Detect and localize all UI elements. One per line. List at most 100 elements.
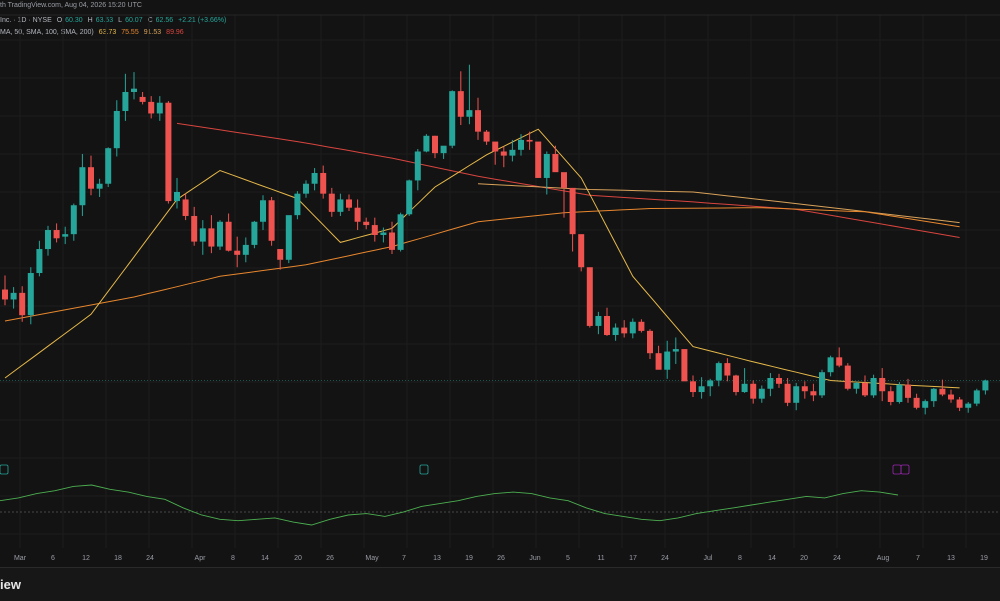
candle: [690, 375, 696, 398]
candle: [655, 345, 662, 370]
x-tick-label: 20: [800, 555, 808, 562]
candle-body: [638, 321, 645, 331]
candle: [466, 64, 473, 125]
candle-body: [827, 357, 834, 373]
candle: [414, 149, 421, 191]
candle: [776, 373, 782, 388]
candle-body: [965, 403, 972, 408]
candle-body: [741, 383, 748, 393]
x-tick-label: 14: [261, 555, 269, 562]
candle-body: [793, 386, 800, 403]
candle: [483, 130, 490, 145]
candle-body: [363, 221, 370, 226]
candle: [801, 381, 808, 399]
candle-body: [569, 187, 576, 235]
candle: [2, 275, 8, 306]
candle-body: [647, 330, 653, 354]
candle-body: [70, 205, 77, 235]
candle-body: [922, 401, 929, 408]
candle-body: [354, 207, 361, 222]
candle: [208, 215, 215, 254]
candle-body: [260, 200, 266, 222]
candle: [182, 193, 189, 221]
candle: [174, 177, 180, 209]
candle-body: [88, 167, 94, 189]
candle: [156, 96, 163, 121]
candle: [432, 135, 438, 159]
x-tick-label: Mar: [14, 555, 27, 562]
candle-body: [707, 380, 714, 387]
candle: [672, 337, 679, 364]
ma50-line: [4, 207, 960, 322]
candle-body: [733, 375, 739, 393]
candle-body: [526, 139, 533, 142]
candle: [354, 199, 361, 231]
candle-body: [457, 91, 464, 117]
candle-body: [672, 349, 679, 352]
candle-body: [612, 327, 619, 336]
candle-body: [406, 180, 413, 215]
x-tick-label: 24: [833, 555, 841, 562]
candle-body: [629, 321, 636, 334]
candle-body: [518, 139, 524, 150]
candle: [36, 240, 43, 277]
price-chart[interactable]: Mar 6 12 18 24 Apr 8 14 20 26 May 7 13 19 26 Jun 5 11 17 24…: [0, 0, 1000, 567]
candle: [139, 91, 146, 105]
candle: [10, 287, 17, 309]
candle: [887, 386, 894, 406]
candle-body: [982, 380, 989, 391]
candle: [844, 363, 851, 391]
candle-body: [268, 200, 275, 241]
candle: [268, 196, 275, 246]
candle-body: [131, 88, 137, 92]
brand-name[interactable]: iew: [0, 577, 21, 592]
candle: [346, 194, 352, 212]
candles-group: [2, 64, 989, 415]
candle: [294, 191, 301, 220]
candle-body: [862, 382, 868, 396]
ma100-line: [477, 183, 960, 224]
x-tick-label: 26: [326, 555, 334, 562]
candle-body: [242, 244, 249, 255]
candle: [982, 379, 989, 395]
candle-body: [432, 135, 438, 154]
candle-body: [10, 292, 17, 300]
candle: [337, 193, 344, 216]
x-tick-label: Jun: [529, 555, 540, 562]
candle-body: [36, 249, 43, 274]
candle-body: [174, 192, 180, 202]
candle-body: [53, 230, 60, 239]
candle: [853, 381, 860, 394]
candle: [578, 234, 585, 272]
candle-body: [475, 110, 481, 132]
candle-body: [664, 351, 671, 370]
candle: [810, 383, 817, 402]
candle-body: [758, 388, 765, 399]
candle-body: [500, 151, 507, 156]
earnings-badge-frame: [419, 464, 429, 475]
candle-body: [113, 110, 120, 149]
candle-body: [346, 199, 352, 208]
earnings-badge-frame: [900, 464, 910, 475]
candle-body: [165, 102, 172, 202]
x-tick-label: 5: [566, 555, 570, 562]
candle: [948, 389, 954, 403]
x-tick-label: Jul: [704, 555, 713, 562]
candle: [724, 358, 731, 382]
candle: [819, 369, 825, 398]
grid-lines: [0, 15, 1000, 548]
candle-body: [724, 363, 731, 376]
candle: [440, 145, 447, 159]
candle: [733, 374, 739, 396]
candle-body: [810, 391, 817, 396]
earnings-badge: [419, 464, 429, 475]
candle-body: [956, 399, 963, 408]
candle: [758, 385, 765, 403]
earnings-badge: [0, 464, 9, 475]
candle: [552, 145, 559, 173]
candle-body: [543, 153, 550, 178]
x-tick-label: May: [365, 555, 379, 562]
candle-body: [199, 228, 206, 242]
candle-body: [122, 91, 129, 111]
candle: [122, 73, 129, 121]
